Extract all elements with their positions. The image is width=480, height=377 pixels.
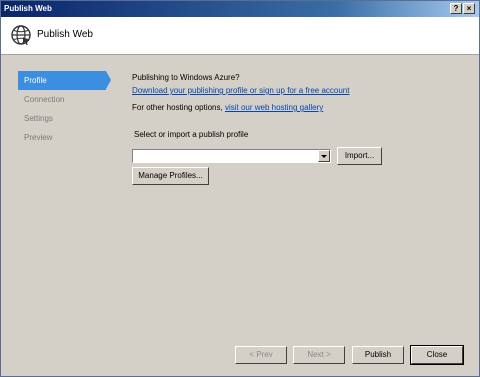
manage-profiles-button[interactable]: Manage Profiles... xyxy=(132,167,209,185)
prev-button[interactable]: < Prev xyxy=(235,346,287,364)
window-title: Publish Web xyxy=(4,4,52,13)
hosting-gallery-link[interactable]: visit our web hosting gallery xyxy=(225,103,323,112)
other-hosting-label: For other hosting options, xyxy=(132,103,223,112)
publish-web-dialog: Publish Web ? × Publish Web Profile Conn… xyxy=(0,0,480,377)
download-profile-link[interactable]: Download your publishing profile or sign… xyxy=(132,86,349,95)
close-button[interactable]: Close xyxy=(410,345,464,365)
next-button[interactable]: Next > xyxy=(293,346,345,364)
dropdown-arrow-icon[interactable] xyxy=(318,150,330,162)
profile-combobox[interactable] xyxy=(132,149,331,163)
azure-heading: Publishing to Windows Azure? xyxy=(132,73,240,82)
help-icon[interactable]: ? xyxy=(450,3,462,14)
nav-item-preview[interactable]: Preview xyxy=(18,128,108,147)
wizard-nav: Profile Connection Settings Preview xyxy=(18,71,111,147)
select-profile-label: Select or import a publish profile xyxy=(134,130,249,139)
dialog-header: Publish Web xyxy=(1,17,479,55)
publish-button[interactable]: Publish xyxy=(352,346,404,364)
nav-item-settings[interactable]: Settings xyxy=(18,109,108,128)
nav-item-connection[interactable]: Connection xyxy=(18,90,108,109)
other-hosting-text: For other hosting options, visit our web… xyxy=(132,103,323,112)
nav-item-profile[interactable]: Profile xyxy=(18,71,111,90)
import-button[interactable]: Import... xyxy=(337,147,382,165)
title-bar: Publish Web ? × xyxy=(1,1,479,17)
globe-icon xyxy=(11,25,31,45)
page-title: Publish Web xyxy=(37,29,93,40)
close-icon[interactable]: × xyxy=(463,3,475,14)
